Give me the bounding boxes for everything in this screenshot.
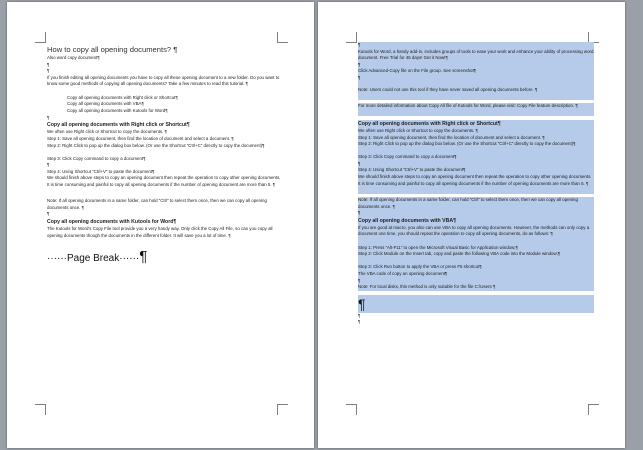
text-line: ¶ xyxy=(358,42,594,49)
document-page-right[interactable]: ¶ Kutools for Word, a handy add-in, incl… xyxy=(318,2,625,448)
text-line: Step 3: Click Copy command to copy a doc… xyxy=(358,154,594,161)
text-paragraph: Step 2: Click Module on the Insert tab, … xyxy=(358,251,594,265)
crop-mark-bottom-right xyxy=(588,404,599,415)
text-line: ¶ xyxy=(358,61,594,69)
text-line: Step 3: Click Copy command to copy a doc… xyxy=(47,155,146,161)
text-line: ¶ xyxy=(358,277,594,285)
text-line: ¶ xyxy=(47,68,50,74)
crop-mark-top-left xyxy=(35,32,46,43)
text-paragraph: We should finish above steps to copy an … xyxy=(358,173,594,194)
document-title: How to copy all opening documents? ¶ xyxy=(47,45,178,54)
crop-mark-top-left xyxy=(346,32,357,43)
page-break-dots: ······ xyxy=(119,253,140,265)
text-paragraph: Note: If all opening documents in a same… xyxy=(358,196,594,210)
text-line: Step 3: Click Run button to apply the VB… xyxy=(358,264,594,271)
text-line: Step 4: Using Shortcut “Ctrl+V” to paste… xyxy=(358,167,594,174)
page-break-marker: ······Page Break······¶ xyxy=(47,250,283,266)
text-paragraph: If you are good at macro, you also can u… xyxy=(358,224,594,245)
text-line: ¶ xyxy=(358,209,594,217)
text-paragraph: The Kutools for Word’s Copy File tool pr… xyxy=(47,226,273,238)
section-heading: Copy all opening documents with Right cl… xyxy=(47,122,190,129)
list-item: Copy all opening documents with Right cl… xyxy=(67,94,178,100)
text-line: We often use Right click or Shortcut to … xyxy=(358,127,594,135)
text-line: ¶ xyxy=(358,319,361,325)
section-heading: Copy all opening documents with Kutools … xyxy=(47,218,177,225)
text-line: ¶ xyxy=(47,114,50,120)
text-line: The VBA code of copy an opening document… xyxy=(358,270,594,278)
text-paragraph: If you finish editing all opening docume… xyxy=(47,74,280,87)
crop-mark-bottom-right xyxy=(277,404,288,415)
text-paragraph: For more detailed information about Copy… xyxy=(358,102,594,116)
page-break-label: Page Break xyxy=(66,253,120,265)
crop-mark-bottom-left xyxy=(346,404,357,415)
section-heading: Copy all opening documents with VBA¶ xyxy=(358,216,594,225)
text-line: ¶ xyxy=(358,160,594,168)
text-line: Step 1: Press “Alt-F11” to open the Micr… xyxy=(358,244,594,252)
text-line: Note: For local disks, this method is on… xyxy=(358,284,594,291)
text-line: Step 1: Save all opening document, then … xyxy=(47,135,234,141)
text-paragraph: Kutools for Word, a handy add-in, includ… xyxy=(358,48,594,62)
list-item: Copy all opening documents with Kutools … xyxy=(67,107,168,113)
text-paragraph: Note: If all opening documents in a same… xyxy=(47,198,267,210)
page-text-body-selected[interactable]: ¶ Kutools for Word, a handy add-in, incl… xyxy=(358,42,594,326)
text-line: Step 1: Save all opening document, then … xyxy=(358,134,594,142)
text-line: Also word copy document¶ xyxy=(47,55,100,60)
text-paragraph: Note: Users could not use this tool if t… xyxy=(358,86,594,100)
document-page-left[interactable]: How to copy all opening documents? ¶ Als… xyxy=(7,2,314,448)
text-line: Click Advanced-Copy file on the File gro… xyxy=(358,68,594,75)
list-item: Copy all opening documents with VBA¶ xyxy=(67,101,144,107)
text-line: ¶ xyxy=(358,312,361,318)
page-text-body[interactable]: How to copy all opening documents? ¶ Als… xyxy=(47,44,283,266)
crop-mark-bottom-left xyxy=(35,404,46,415)
text-line: Step 4: Using Shortcut “Ctrl+V” to paste… xyxy=(47,168,155,174)
text-line: ¶ xyxy=(47,61,50,67)
pilcrow-mark-large: ¶ xyxy=(358,294,594,313)
text-paragraph: We should finish above steps to copy an … xyxy=(47,175,281,187)
text-line: ¶ xyxy=(47,162,50,168)
text-line: ¶ xyxy=(358,74,594,87)
text-paragraph: Step 2: Right Click to pop up the dialog… xyxy=(358,141,594,155)
page-break-dots: ······ xyxy=(47,253,67,265)
text-line: ¶ xyxy=(47,211,50,217)
text-paragraph: Step 2: Right Click to pop up the dialog… xyxy=(47,142,265,148)
text-line: We often use Right click or Shortcut to … xyxy=(47,129,167,135)
crop-mark-top-right xyxy=(277,32,288,43)
pilcrow-mark: ¶ xyxy=(139,250,148,266)
section-heading: Copy all opening documents with Right cl… xyxy=(358,119,594,128)
